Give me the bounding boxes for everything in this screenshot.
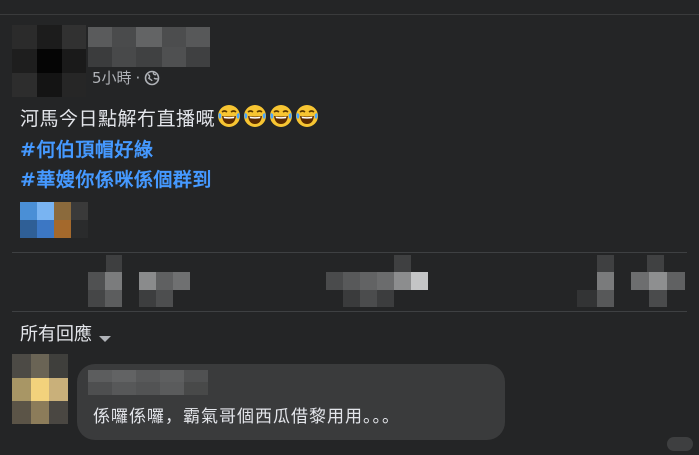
emoji-row	[217, 104, 319, 128]
post-author-avatar[interactable]	[12, 25, 86, 97]
hashtag-link[interactable]: #何伯頂帽好綠	[20, 135, 153, 162]
divider	[12, 311, 687, 312]
watermark-badge	[667, 437, 693, 451]
sort-label: 所有回應	[20, 324, 92, 345]
divider	[12, 252, 687, 253]
comment-sort-dropdown[interactable]: 所有回應	[20, 320, 112, 346]
globe-icon	[144, 70, 160, 86]
top-divider	[0, 14, 699, 15]
caret-down-icon	[98, 328, 112, 342]
like-button[interactable]	[88, 255, 192, 307]
laugh-emoji-icon	[217, 104, 241, 128]
meta-separator: ·	[135, 68, 141, 87]
post-timestamp[interactable]: 5小時	[92, 67, 132, 88]
hashtag-link[interactable]: #華嫂你係咪係個群到	[20, 165, 212, 192]
laugh-emoji-icon	[295, 104, 319, 128]
commenter-avatar[interactable]	[12, 354, 68, 424]
reactions-summary[interactable]	[20, 202, 88, 238]
post-text: 河馬今日點解冇直播嘅	[20, 108, 216, 130]
post-text-line: 河馬今日點解冇直播嘅	[20, 104, 319, 131]
post-author-name[interactable]	[88, 27, 210, 67]
post-meta: 5小時 ·	[92, 67, 160, 88]
comment-button[interactable]	[326, 255, 430, 307]
laugh-emoji-icon	[243, 104, 267, 128]
commenter-name[interactable]	[88, 370, 208, 395]
facebook-post-screen: 5小時 · 河馬今日點解冇直播嘅 #何伯頂帽好綠 #華嫂你係咪係個群到 所有回應…	[0, 0, 699, 455]
laugh-emoji-icon	[269, 104, 293, 128]
comment-text: 係囉係囉，霸氣哥個西瓜借黎用用。。。	[93, 407, 400, 427]
share-button[interactable]	[577, 255, 685, 307]
